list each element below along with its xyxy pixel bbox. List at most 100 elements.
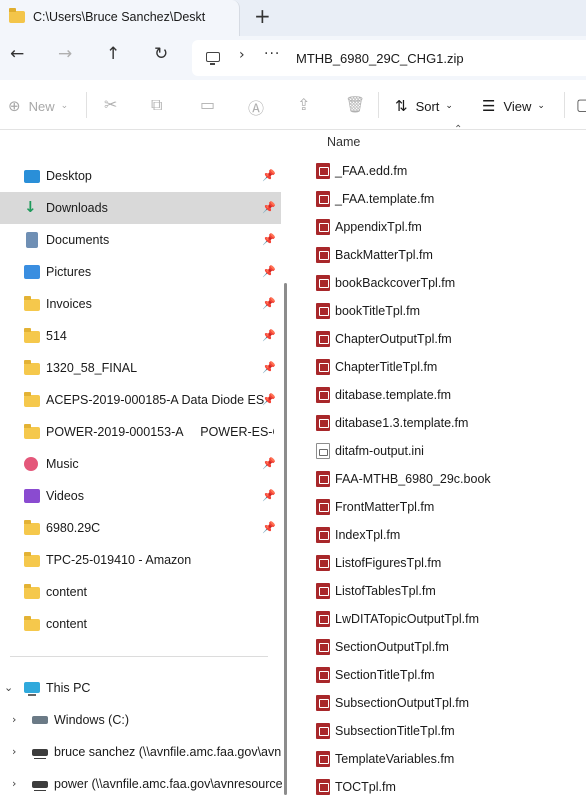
framemaker-file-icon [316,499,330,515]
nav-item-windows-c[interactable]: › Windows (C:) [0,704,290,736]
file-row[interactable]: AppendixTpl.fm [296,213,586,241]
pin-icon[interactable]: 📌 [262,329,276,342]
file-name: LwDITATopicOutputTpl.fm [335,612,480,626]
pin-icon[interactable]: 📌 [262,457,276,470]
copy-icon[interactable]: ⧉ [151,95,162,115]
tab-current-folder[interactable]: C:\Users\Bruce Sanchez\Deskt [0,0,240,36]
desktop-icon [24,170,40,183]
nav-item-label: power (\\avnfile.amc.faa.gov\avnresource [54,777,282,791]
chevron-right-icon[interactable]: › [12,713,16,726]
address-field[interactable]: › ··· MTHB_6980_29C_CHG1.zip [192,40,586,76]
paste-icon[interactable]: ▭ [200,95,215,114]
pin-icon[interactable]: 📌 [262,233,276,246]
filter-icon[interactable]: ▢ [576,95,586,114]
nav-item-aceps[interactable]: ACEPS-2019-000185-A Data Diode ES 📌 [0,384,290,416]
file-row[interactable]: _FAA.template.fm [296,185,586,213]
computer-icon [24,682,40,696]
share-icon[interactable]: ⇪ [297,95,310,114]
file-row[interactable]: TOCTpl.fm [296,773,586,799]
nav-item-power[interactable]: POWER-2019-000153-A POWER-ES-Co [0,416,290,448]
file-row[interactable]: FAA-MTHB_6980_29c.book [296,465,586,493]
chevron-right-icon[interactable]: › [12,745,16,758]
framemaker-file-icon [316,191,330,207]
pin-icon[interactable]: 📌 [262,201,276,214]
file-name: ListofTablesTpl.fm [335,584,436,598]
breadcrumb-current[interactable]: MTHB_6980_29C_CHG1.zip [296,51,464,66]
up-arrow-icon[interactable]: ↑ [106,44,120,64]
framemaker-file-icon [316,723,330,739]
file-row[interactable]: SectionOutputTpl.fm [296,633,586,661]
nav-item-desktop[interactable]: Desktop 📌 [0,160,290,192]
file-row[interactable]: ditafm-output.ini [296,437,586,465]
sort-ascending-icon: ⌃ [454,124,463,135]
forward-arrow-icon[interactable]: → [58,44,72,64]
file-row[interactable]: BackMatterTpl.fm [296,241,586,269]
pin-icon[interactable]: 📌 [262,169,276,182]
file-row[interactable]: SectionTitleTpl.fm [296,661,586,689]
file-name: _FAA.template.fm [335,192,435,206]
nav-item-downloads[interactable]: ↓ Downloads 📌 [0,192,281,224]
nav-item-pictures[interactable]: Pictures 📌 [0,256,290,288]
framemaker-file-icon [316,611,330,627]
file-row[interactable]: ChapterOutputTpl.fm [296,325,586,353]
pin-icon[interactable]: 📌 [262,521,276,534]
framemaker-file-icon [316,163,330,179]
computer-icon [206,52,220,65]
nav-item-music[interactable]: Music 📌 [0,448,290,480]
sort-button[interactable]: ⇅ Sort ⌄ [395,97,453,115]
nav-item-1320-58-final[interactable]: 1320_58_FINAL 📌 [0,352,290,384]
more-path-icon[interactable]: ··· [264,46,280,62]
new-tab-button[interactable]: + [254,4,271,28]
column-header-name[interactable]: Name [327,135,360,149]
nav-item-this-pc[interactable]: ⌄ This PC [0,672,290,704]
nav-item-videos[interactable]: Videos 📌 [0,480,290,512]
pin-icon[interactable]: 📌 [262,393,276,406]
file-row[interactable]: IndexTpl.fm [296,521,586,549]
rename-icon[interactable]: Ⓐ [248,95,264,119]
file-row[interactable]: FrontMatterTpl.fm [296,493,586,521]
nav-item-documents[interactable]: Documents 📌 [0,224,290,256]
nav-item-6980-29c[interactable]: 6980.29C 📌 [0,512,290,544]
view-button[interactable]: ☰ View ⌄ [482,97,545,115]
pin-icon[interactable]: 📌 [262,265,276,278]
pin-icon[interactable]: 📌 [262,297,276,310]
file-row[interactable]: _FAA.edd.fm [296,157,586,185]
file-row[interactable]: bookBackcoverTpl.fm [296,269,586,297]
nav-item-invoices[interactable]: Invoices 📌 [0,288,290,320]
file-row[interactable]: ChapterTitleTpl.fm [296,353,586,381]
nav-item-tpc-amazon[interactable]: TPC-25-019410 - Amazon [0,544,290,576]
chevron-down-icon[interactable]: ⌄ [4,681,13,694]
file-row[interactable]: bookTitleTpl.fm [296,297,586,325]
pin-icon[interactable]: 📌 [262,361,276,374]
nav-item-content[interactable]: content [0,608,290,640]
settings-file-icon [316,443,330,459]
folder-icon [24,424,40,439]
back-arrow-icon[interactable]: ← [10,44,24,64]
file-row[interactable]: ListofTablesTpl.fm [296,577,586,605]
cut-icon[interactable]: ✂ [104,95,117,114]
delete-icon[interactable]: 🗑 [345,95,365,114]
file-row[interactable]: ditabase1.3.template.fm [296,409,586,437]
nav-item-network-drive[interactable]: › power (\\avnfile.amc.faa.gov\avnresour… [0,768,290,799]
file-row[interactable]: ListofFiguresTpl.fm [296,549,586,577]
refresh-icon[interactable]: ↻ [154,44,168,64]
new-button[interactable]: ⊕ New ⌄ [8,97,68,115]
file-name: ChapterTitleTpl.fm [335,360,438,374]
nav-item-network-drive[interactable]: › bruce sanchez (\\avnfile.amc.faa.gov\a… [0,736,290,768]
file-row[interactable]: SubsectionTitleTpl.fm [296,717,586,745]
chevron-right-icon[interactable]: › [12,777,16,790]
file-row[interactable]: ditabase.template.fm [296,381,586,409]
file-row[interactable]: SubsectionOutputTpl.fm [296,689,586,717]
pin-icon[interactable]: 📌 [262,489,276,502]
nav-item-content[interactable]: content [0,576,290,608]
nav-scrollbar[interactable] [284,283,287,795]
framemaker-file-icon [316,219,330,235]
nav-item-label: Documents [46,233,110,247]
file-row[interactable]: TemplateVariables.fm [296,745,586,773]
file-name: ditafm-output.ini [335,444,424,458]
nav-item-label: POWER-2019-000153-A POWER-ES-Co [46,425,274,439]
chevron-right-icon[interactable]: › [239,47,245,63]
file-list: ⌃ Name _FAA.edd.fm _FAA.template.fm Append… [296,124,586,799]
nav-item-514[interactable]: 514 📌 [0,320,290,352]
file-row[interactable]: LwDITATopicOutputTpl.fm [296,605,586,633]
